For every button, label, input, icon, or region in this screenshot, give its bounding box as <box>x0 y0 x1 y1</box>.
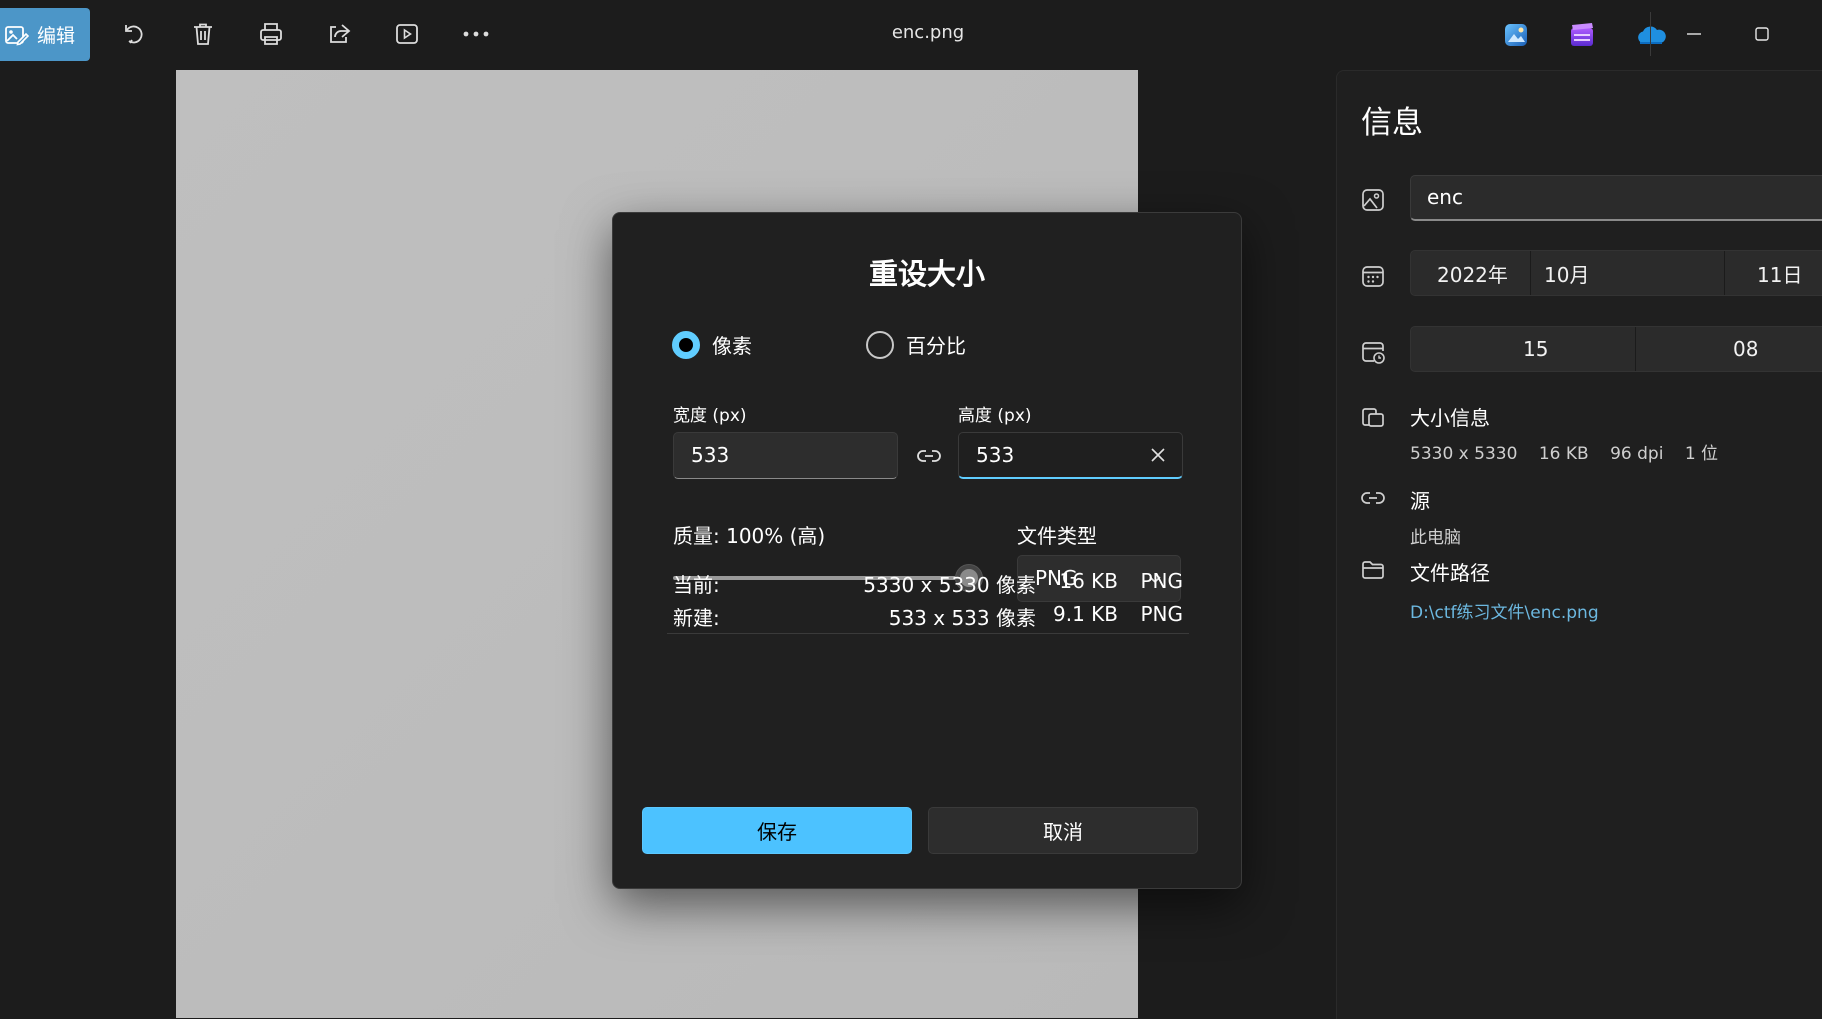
radio-selected-indicator <box>672 330 700 359</box>
onedrive-icon[interactable] <box>1634 21 1668 49</box>
quality-label: 质量: 100% (高) <box>673 524 826 548</box>
print-icon <box>258 21 284 47</box>
minimize-icon <box>1685 25 1703 43</box>
date-year[interactable]: 2022年 <box>1437 251 1508 295</box>
segment-divider <box>1724 251 1725 295</box>
image-dimensions: 5330 x 5330 <box>1410 444 1518 464</box>
new-size: 9.1 KB <box>1053 602 1118 626</box>
rotate-icon <box>121 21 147 47</box>
maximize-icon <box>1753 25 1771 43</box>
image-dpi: 96 dpi <box>1610 444 1664 464</box>
maximize-button[interactable] <box>1744 16 1780 52</box>
dialog-divider <box>667 633 1189 634</box>
radio-pixels[interactable]: 像素 <box>672 330 752 359</box>
file-type-label: 文件类型 <box>1017 524 1097 548</box>
edit-icon <box>3 22 29 48</box>
segment-divider <box>1635 327 1636 371</box>
file-name-input[interactable]: enc <box>1410 175 1822 221</box>
edit-button[interactable]: 编辑 <box>0 8 90 61</box>
height-label: 高度 (px) <box>958 406 1032 426</box>
image-file-size: 16 KB <box>1538 444 1589 464</box>
aspect-ratio-lock-icon[interactable] <box>916 443 942 469</box>
clear-icon[interactable] <box>1148 445 1168 465</box>
more-button[interactable] <box>458 16 494 52</box>
resize-dialog: 重设大小 像素 百分比 宽度 (px) 高度 (px) 533 533 质量: … <box>612 212 1242 889</box>
time-picker[interactable]: 15 08 <box>1410 326 1822 372</box>
current-dimensions: 5330 x 5330 像素 <box>863 573 1036 597</box>
clipchamp-icon[interactable] <box>1568 21 1596 49</box>
radio-percentage-label: 百分比 <box>906 334 966 358</box>
time-hour[interactable]: 15 <box>1523 327 1548 371</box>
new-label: 新建: <box>673 606 720 630</box>
size-info-icon <box>1360 404 1386 430</box>
edit-label: 编辑 <box>37 25 76 47</box>
height-input[interactable]: 533 <box>958 432 1183 479</box>
current-stats-row: 当前: 5330 x 5330 像素 16 KB PNG <box>673 569 1183 597</box>
height-input-value: 533 <box>976 443 1015 467</box>
new-type: PNG <box>1140 602 1183 626</box>
calendar-icon <box>1360 263 1386 289</box>
clock-calendar-icon <box>1360 339 1386 365</box>
toolbar-divider <box>1650 12 1651 56</box>
share-button[interactable] <box>321 16 357 52</box>
info-panel: 信息 enc 2022年 10月 11日 15 08 大小信息 5330 x 5… <box>1336 70 1822 1019</box>
more-icon <box>462 29 490 39</box>
radio-unselected-indicator <box>866 330 894 359</box>
size-info-label: 大小信息 <box>1410 406 1490 430</box>
link-source-icon <box>1360 485 1386 511</box>
radio-pixels-label: 像素 <box>712 334 752 358</box>
print-button[interactable] <box>253 16 289 52</box>
slideshow-button[interactable] <box>389 16 425 52</box>
source-label: 源 <box>1410 489 1430 513</box>
file-path-label: 文件路径 <box>1410 561 1490 585</box>
date-day[interactable]: 11日 <box>1757 251 1802 295</box>
date-picker[interactable]: 2022年 10月 11日 <box>1410 250 1822 296</box>
width-label: 宽度 (px) <box>673 406 747 426</box>
radio-percentage[interactable]: 百分比 <box>866 330 966 359</box>
folder-icon <box>1360 557 1386 583</box>
size-info-values: 5330 x 5330 16 KB 96 dpi 1 位 <box>1410 439 1718 464</box>
delete-button[interactable] <box>185 16 221 52</box>
new-stats-row: 新建: 533 x 533 像素 9.1 KB PNG <box>673 602 1183 630</box>
info-panel-title: 信息 <box>1361 105 1423 141</box>
minimize-button[interactable] <box>1676 16 1712 52</box>
slideshow-icon <box>394 21 420 47</box>
save-button[interactable]: 保存 <box>642 807 912 854</box>
source-value: 此电脑 <box>1410 528 1461 548</box>
current-label: 当前: <box>673 573 720 597</box>
rotate-button[interactable] <box>116 16 152 52</box>
image-file-icon <box>1360 187 1386 213</box>
segment-divider <box>1530 251 1531 295</box>
cancel-button[interactable]: 取消 <box>928 807 1198 854</box>
file-path-link[interactable]: D:\ctf练习文件\enc.png <box>1410 598 1599 623</box>
date-month[interactable]: 10月 <box>1544 251 1589 295</box>
top-toolbar: 编辑 enc.png <box>0 0 1822 70</box>
share-icon <box>326 21 352 47</box>
time-minute[interactable]: 08 <box>1733 327 1758 371</box>
photos-app-icon[interactable] <box>1502 21 1530 49</box>
current-type: PNG <box>1140 569 1183 593</box>
dialog-title: 重设大小 <box>868 257 985 291</box>
new-dimensions: 533 x 533 像素 <box>888 606 1036 630</box>
delete-icon <box>190 21 216 47</box>
current-size: 16 KB <box>1059 569 1118 593</box>
width-input[interactable]: 533 <box>673 432 898 479</box>
image-bit-depth: 1 位 <box>1684 444 1719 464</box>
